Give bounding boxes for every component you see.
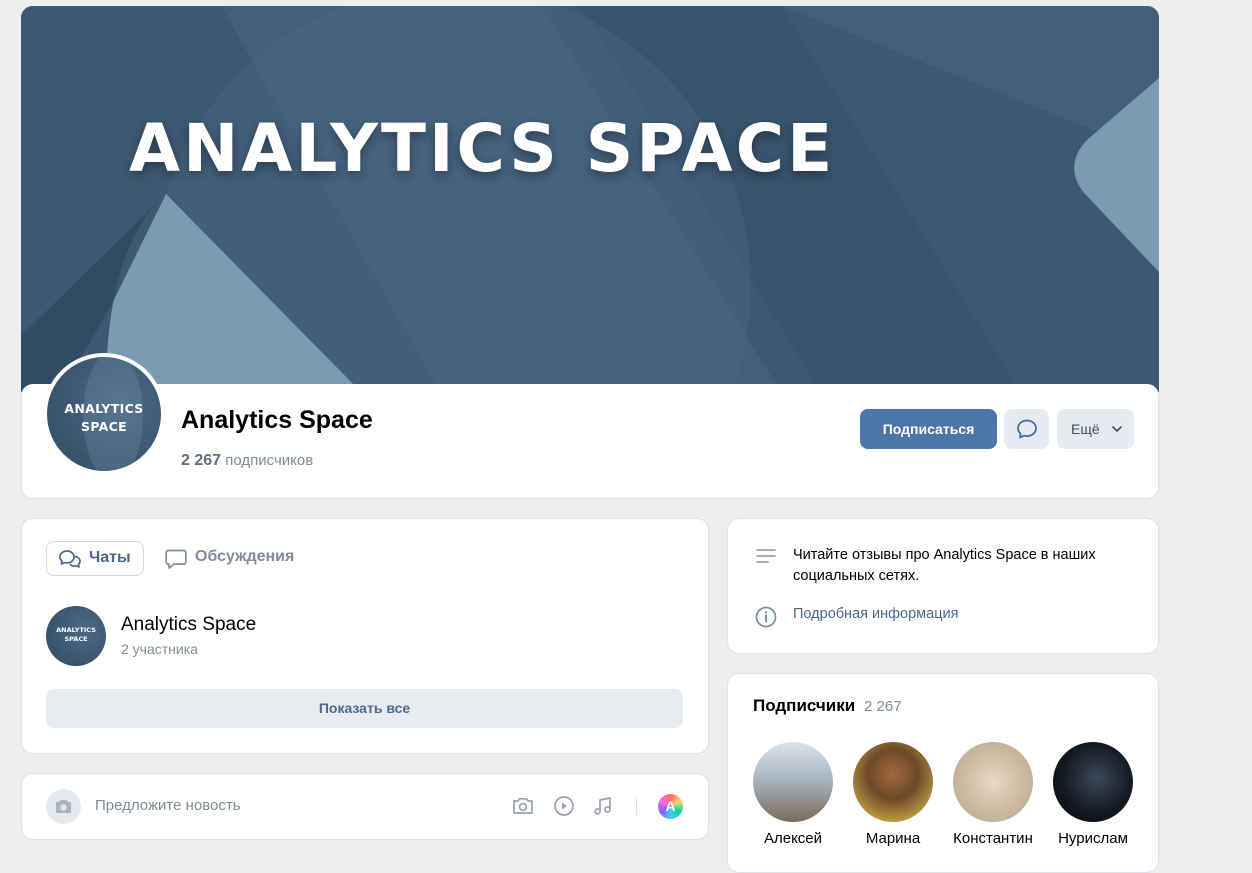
subscriber-item[interactable]: Константин <box>943 742 1043 847</box>
camera-avatar <box>46 789 81 824</box>
suggest-divider <box>636 797 637 815</box>
subscribers-label: подписчиков <box>225 452 314 469</box>
subscriber-avatar <box>1053 742 1133 822</box>
chat-avatar-text-line1: ANALYTICS <box>56 626 96 634</box>
group-name: Analytics Space <box>181 406 373 434</box>
cover-image: ANALYTICS SPACE <box>21 6 1159 392</box>
subscriber-item[interactable]: Нурислам <box>1043 742 1143 847</box>
chat-members: 2 участника <box>121 641 198 657</box>
subscribe-button[interactable]: Подписаться <box>860 409 997 449</box>
subscribers-card-count: 2 267 <box>864 698 902 715</box>
subscriber-item[interactable]: Алексей <box>743 742 843 847</box>
ai-letter: A <box>665 798 676 814</box>
subscribers-summary[interactable]: 2 267 подписчиков <box>181 452 313 470</box>
avatar-text-line2: SPACE <box>81 419 127 434</box>
subscriber-avatar <box>953 742 1033 822</box>
chat-title[interactable]: Analytics Space <box>121 614 256 636</box>
music-icon[interactable] <box>591 795 615 817</box>
subscribers-count: 2 267 <box>181 452 222 469</box>
subscribers-title[interactable]: Подписчики <box>753 696 855 716</box>
photo-icon[interactable] <box>511 795 535 817</box>
message-button[interactable] <box>1004 409 1049 449</box>
cover-shapes <box>21 6 1159 392</box>
suggest-news-input[interactable]: Предложите новость <box>95 797 241 814</box>
avatar-text-line1: ANALYTICS <box>64 401 144 416</box>
chat-avatar[interactable]: ANALYTICS SPACE <box>46 606 106 666</box>
info-icon <box>755 606 777 628</box>
more-label: Ещё <box>1071 421 1100 437</box>
video-icon[interactable] <box>552 795 576 817</box>
subscriber-avatar <box>853 742 933 822</box>
group-avatar[interactable]: ANALYTICS SPACE <box>43 353 165 475</box>
tab-chats[interactable]: Чаты <box>46 541 144 576</box>
tab-chats-label: Чаты <box>89 549 131 566</box>
ai-icon[interactable]: A <box>658 794 683 819</box>
discussion-icon <box>165 549 187 569</box>
camera-icon <box>56 800 71 813</box>
chats-icon <box>59 550 81 568</box>
more-button[interactable]: Ещё <box>1057 409 1134 449</box>
subscriber-name: Нурислам <box>1058 830 1128 847</box>
subscriber-item[interactable]: Марина <box>843 742 943 847</box>
subscriber-name: Марина <box>865 830 921 847</box>
subscriber-avatar <box>753 742 833 822</box>
text-lines-icon <box>756 549 776 563</box>
cover-title: ANALYTICS SPACE <box>129 110 836 187</box>
chat-avatar-text-line2: SPACE <box>64 635 88 643</box>
chevron-down-icon <box>1112 426 1122 433</box>
tab-discussions-label: Обсуждения <box>195 548 295 565</box>
show-all-button[interactable]: Показать все <box>46 689 683 728</box>
info-description: Читайте отзывы про Analytics Space в наш… <box>793 547 1096 584</box>
subscriber-name: Алексей <box>763 830 823 847</box>
details-link[interactable]: Подробная информация <box>793 606 958 622</box>
subscriber-name: Константин <box>953 830 1033 847</box>
message-icon <box>1017 419 1037 439</box>
